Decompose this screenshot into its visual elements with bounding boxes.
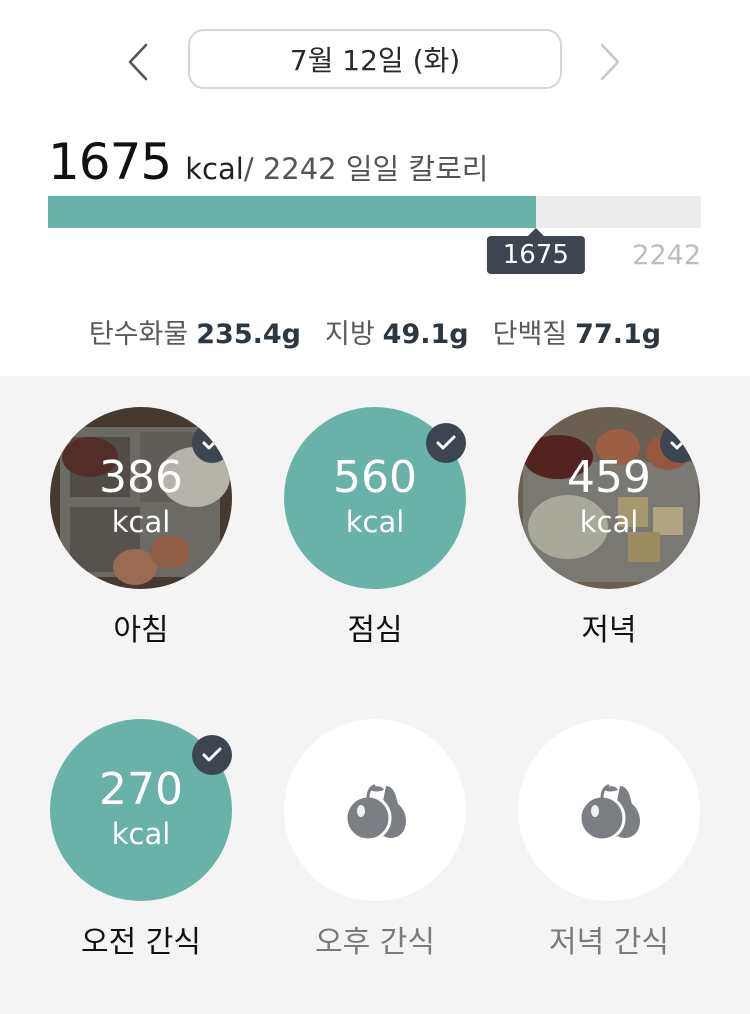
chevron-right-icon[interactable] <box>590 40 630 84</box>
date-label: 7월 12일 (화) <box>289 44 461 77</box>
meal-label: 아침 <box>113 613 169 648</box>
meal-kcal-unit: kcal <box>345 505 405 539</box>
meal-empty-circle[interactable] <box>284 719 466 901</box>
macro-protein: 단백질 77.1g <box>493 312 661 351</box>
date-selector[interactable]: 7월 12일 (화) <box>188 29 562 89</box>
calorie-progress-fill <box>48 196 536 228</box>
fruit-icon <box>284 719 466 901</box>
meal-kcal-circle[interactable]: 560 kcal <box>284 407 466 589</box>
check-icon <box>660 423 700 463</box>
meal-breakfast[interactable]: 386 kcal 아침 <box>31 407 251 649</box>
meal-kcal-unit: kcal <box>111 505 171 539</box>
meal-label: 저녁 <box>581 613 637 648</box>
calorie-goal-text: / 2242 일일 칼로리 <box>243 152 489 186</box>
progress-tooltip: 1675 <box>486 236 585 274</box>
meal-lunch[interactable]: 560 kcal 점심 <box>265 407 485 649</box>
macro-fat: 지방 49.1g <box>325 312 469 351</box>
meal-photo-circle[interactable]: 386 kcal <box>50 407 232 589</box>
meal-kcal-value: 560 <box>333 452 417 503</box>
meal-label: 오후 간식 <box>315 925 435 960</box>
meal-photo-circle[interactable]: 459 kcal <box>518 407 700 589</box>
date-navigation: 7월 12일 (화) <box>0 0 750 120</box>
chevron-left-icon[interactable] <box>118 40 158 84</box>
meal-kcal-unit: kcal <box>579 505 639 539</box>
meal-label: 오전 간식 <box>81 925 201 960</box>
meal-kcal-value: 459 <box>567 452 651 503</box>
meal-dinner[interactable]: 459 kcal 저녁 <box>499 407 719 649</box>
meal-kcal-value: 386 <box>99 452 183 503</box>
macro-value: 77.1g <box>575 319 662 350</box>
meal-empty-circle[interactable] <box>518 719 700 901</box>
macro-value: 49.1g <box>382 319 469 350</box>
calorie-goal-label: 2242 <box>632 240 701 271</box>
meal-afternoon-snack[interactable]: 오후 간식 <box>265 719 485 961</box>
meal-morning-snack[interactable]: 270 kcal 오전 간식 <box>31 719 251 961</box>
macro-carbs: 탄수화물 235.4g <box>89 312 301 351</box>
meal-label: 저녁 간식 <box>549 925 669 960</box>
meal-kcal-unit: kcal <box>111 817 171 851</box>
meal-evening-snack[interactable]: 저녁 간식 <box>499 719 719 961</box>
meal-label: 점심 <box>347 613 403 648</box>
macro-label: 탄수화물 <box>88 319 189 350</box>
macro-label: 지방 <box>324 319 375 350</box>
fruit-icon <box>518 719 700 901</box>
meal-kcal-value: 270 <box>99 764 183 815</box>
macro-value: 235.4g <box>196 319 301 350</box>
macro-label: 단백질 <box>492 319 568 350</box>
calorie-current: 1675 <box>48 133 172 191</box>
check-icon <box>426 423 466 463</box>
check-icon <box>192 735 232 775</box>
macro-summary: 탄수화물 235.4g 지방 49.1g 단백질 77.1g <box>0 312 750 351</box>
calorie-summary: 1675 kcal / 2242 일일 칼로리 <box>48 133 488 191</box>
meal-grid: 386 kcal 아침 560 kcal 점심 459 kcal 저녁 270 … <box>0 376 750 1014</box>
calorie-unit: kcal <box>185 152 244 186</box>
calorie-progress-bar <box>48 196 701 228</box>
meal-kcal-circle[interactable]: 270 kcal <box>50 719 232 901</box>
check-icon <box>192 423 232 463</box>
